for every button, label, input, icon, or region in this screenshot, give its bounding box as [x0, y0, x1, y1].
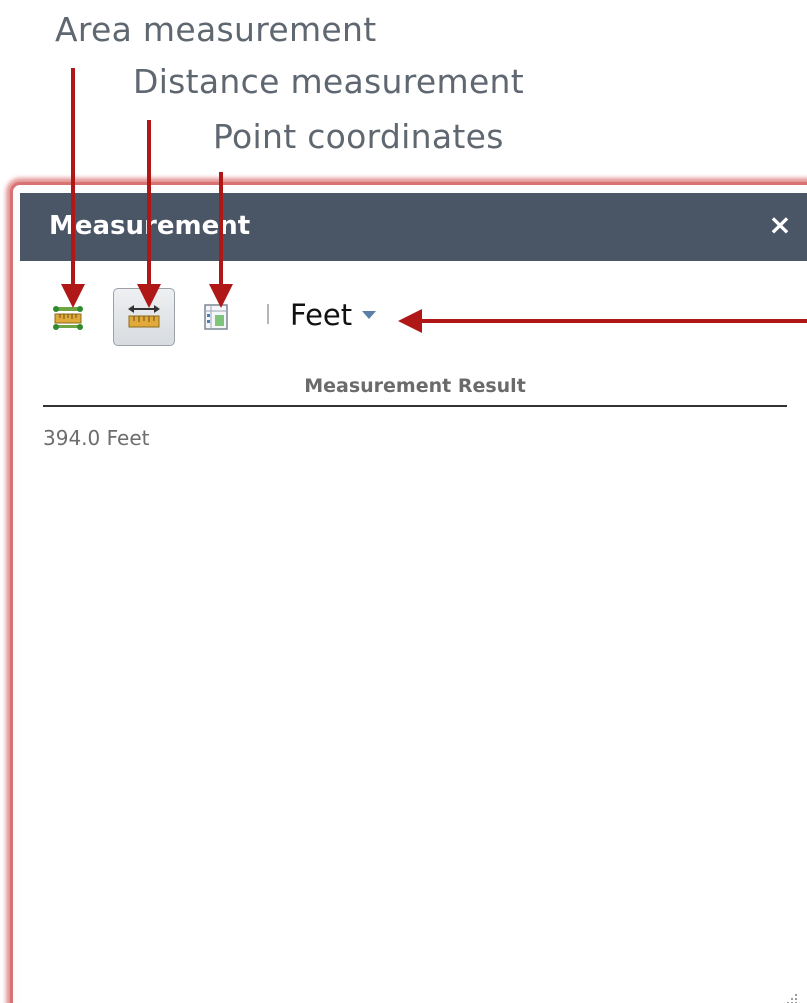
measurement-panel: Measurement × Feet Measurement Result 39… — [10, 182, 807, 1003]
unit-selected-label: Feet — [290, 298, 353, 332]
unit-dropdown[interactable]: Feet — [290, 295, 377, 335]
area-measure-button[interactable] — [50, 299, 86, 333]
callout-distance-measurement: Distance measurement — [133, 62, 525, 101]
callout-point-coordinates: Point coordinates — [213, 117, 504, 156]
result-header: Measurement Result — [43, 371, 787, 407]
panel-title: Measurement — [49, 211, 251, 241]
distance-measure-button[interactable] — [113, 288, 175, 346]
resize-grip-icon[interactable] — [780, 991, 800, 1003]
panel-titlebar: Measurement × — [20, 193, 807, 261]
distance-measure-icon — [128, 305, 160, 328]
point-coordinates-button[interactable] — [197, 299, 233, 333]
area-measure-icon — [53, 306, 83, 330]
result-value: 394.0 Feet — [43, 426, 150, 450]
point-coordinates-icon — [204, 304, 228, 330]
measurement-toolbar: Feet — [20, 285, 800, 346]
close-button[interactable]: × — [760, 205, 800, 245]
caret-down-icon — [362, 311, 377, 319]
screenshot-stage: Area measurement Distance measurement Po… — [0, 0, 807, 1003]
panel-body: Feet Measurement Result 394.0 Feet — [20, 261, 807, 1003]
callout-area-measurement: Area measurement — [55, 10, 377, 49]
toolbar-separator — [267, 304, 269, 324]
